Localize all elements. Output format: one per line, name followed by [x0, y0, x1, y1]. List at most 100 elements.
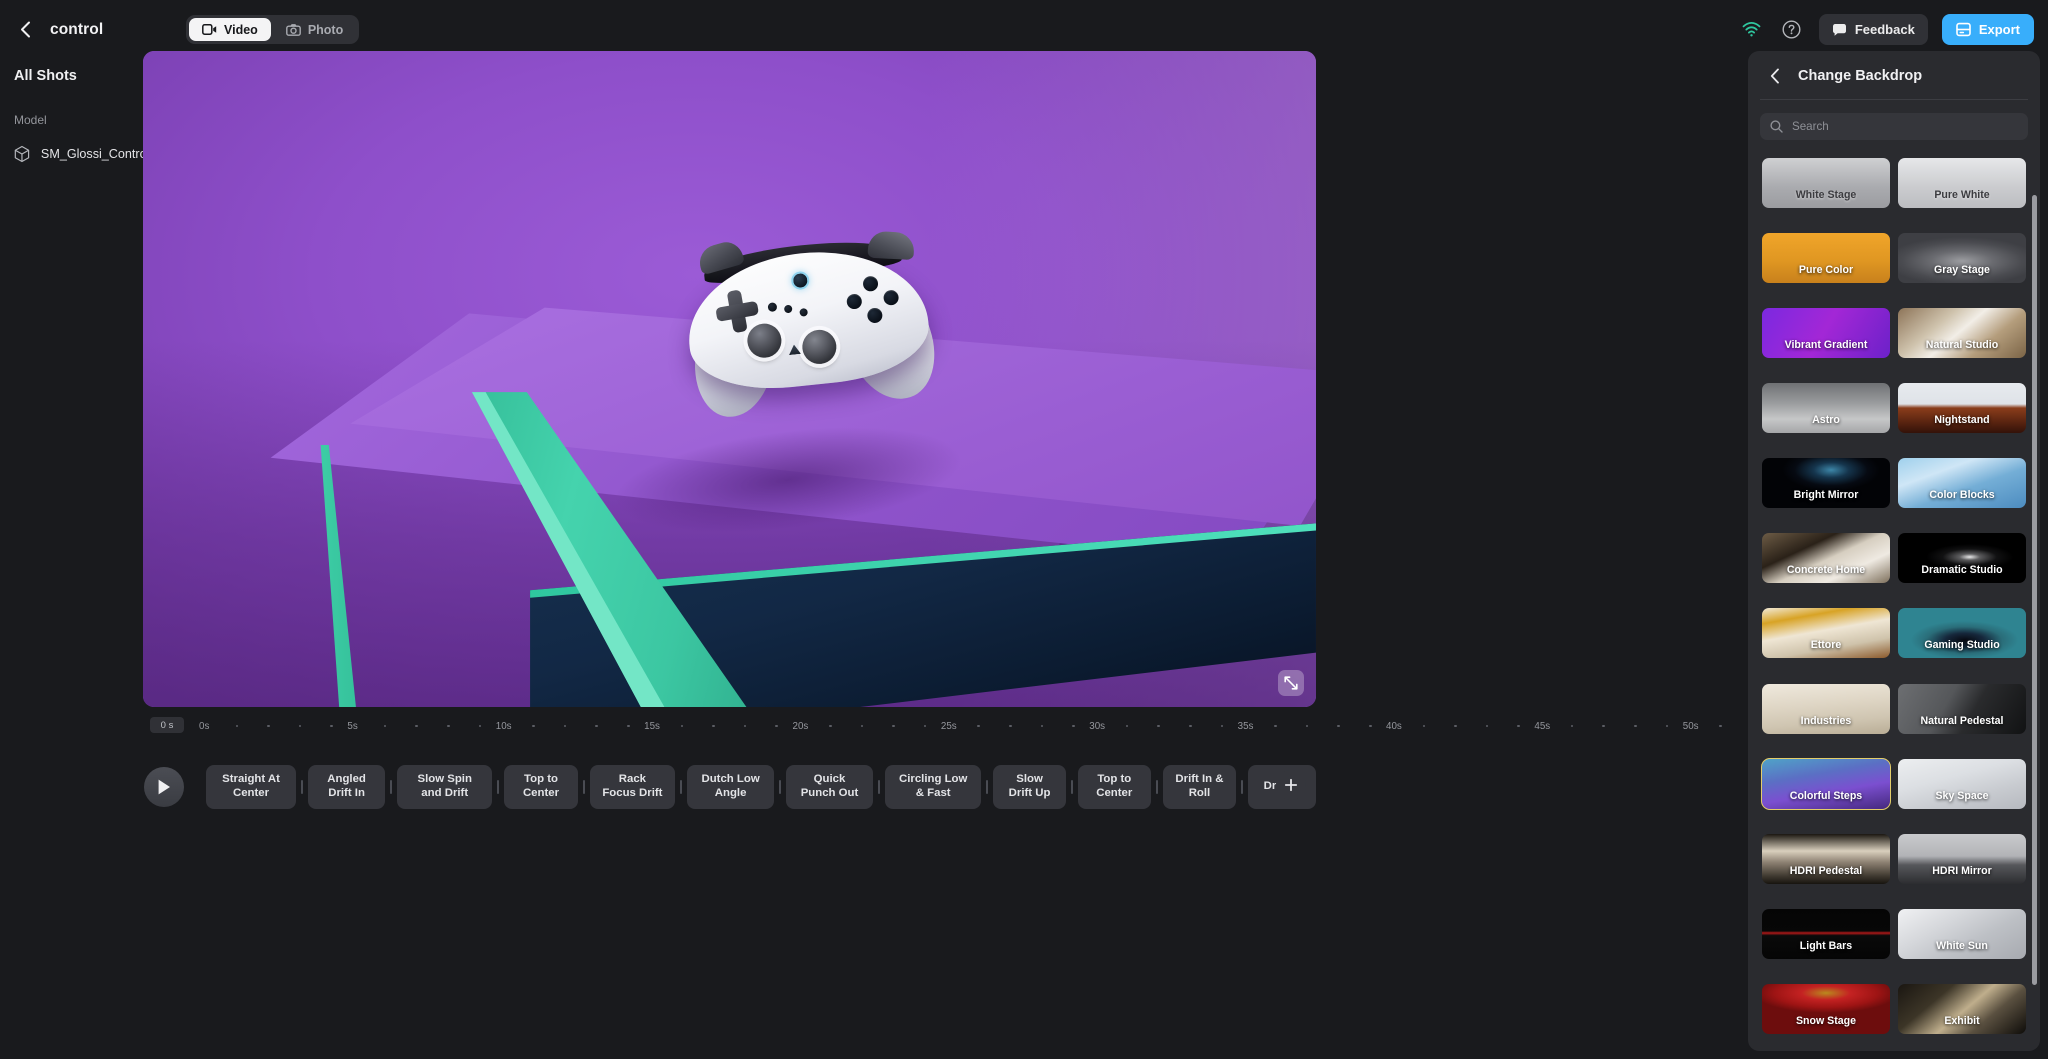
timeline-tick-dot: [1454, 724, 1457, 728]
shot-item[interactable]: Slow Spin and Drift: [397, 765, 493, 809]
backdrop-card[interactable]: Pure Color: [1762, 233, 1890, 284]
shot-divider: [986, 780, 989, 794]
backdrop-card[interactable]: HDRI Mirror: [1898, 833, 2026, 884]
wifi-status-button[interactable]: [1739, 17, 1765, 43]
shot-divider: [497, 780, 500, 794]
export-label: Export: [1978, 22, 2020, 37]
help-button[interactable]: [1779, 17, 1805, 43]
timeline-tick-dot: [923, 724, 927, 728]
shot-list: Straight At Center Angled Drift In Slow Sp…: [206, 765, 1316, 809]
timeline-ruler[interactable]: 0 s 0s5s10s15s20s25s30s35s40s45s50s55s59…: [143, 712, 1964, 752]
timeline-tick-dot: [1719, 724, 1722, 728]
timeline-tick-label: 40s: [1386, 720, 1402, 732]
backdrop-panel: Change Backdrop Search White Stage Pure W…: [1748, 51, 2040, 1051]
backdrop-card[interactable]: Gaming Studio: [1898, 608, 2026, 659]
backdrop-card[interactable]: White Sun: [1898, 908, 2026, 959]
backdrop-label: Snow Stage: [1795, 1014, 1857, 1027]
timeline-tick-label: 5s: [347, 720, 358, 732]
timeline-tick-group: 0s: [199, 721, 347, 732]
tab-video[interactable]: Video: [189, 18, 271, 41]
shot-item[interactable]: Top to Center: [1077, 765, 1151, 809]
panel-back-button[interactable]: [1764, 65, 1786, 87]
backdrop-grid: White Stage Pure White Pure Color Gray Stag…: [1748, 149, 2040, 1051]
shot-divider: [1155, 780, 1158, 794]
timeline-tick-dot: [1274, 724, 1277, 728]
timeline-tick-dot: [298, 724, 302, 728]
backdrop-card[interactable]: HDRI Pedestal: [1762, 833, 1890, 884]
timeline-tick-dot: [595, 724, 599, 728]
backdrop-card[interactable]: Concrete Home: [1762, 533, 1890, 584]
backdrop-card[interactable]: Natural Pedestal: [1898, 683, 2026, 734]
back-button[interactable]: [14, 19, 36, 41]
timeline-tick-dot: [1125, 724, 1129, 728]
shot-item[interactable]: Dutch Low Angle: [687, 765, 775, 809]
timeline-tick-dot: [447, 724, 450, 728]
shot-divider: [877, 780, 880, 794]
expand-viewport-button[interactable]: [1278, 670, 1304, 696]
cube-icon: [14, 145, 30, 163]
shot-item[interactable]: Straight At Center: [206, 765, 297, 809]
backdrop-card[interactable]: Bright Mirror: [1762, 458, 1890, 509]
backdrop-label: Colorful Steps: [1789, 789, 1863, 802]
panel-scrollbar[interactable]: [2032, 195, 2037, 985]
panel-title: Change Backdrop: [1798, 68, 1923, 84]
play-icon: [158, 779, 170, 795]
timeline-tick-dot: [892, 724, 895, 728]
timeline-ticks[interactable]: 0s5s10s15s20s25s30s35s40s45s50s55s59s: [199, 715, 1964, 737]
shot-item[interactable]: Top to Center: [504, 765, 578, 809]
timeline-tick-group: 35s: [1238, 721, 1386, 732]
timeline-tick-dot: [712, 724, 715, 728]
backdrop-card[interactable]: Light Bars: [1762, 908, 1890, 959]
backdrop-card[interactable]: Gray Stage: [1898, 233, 2026, 284]
timeline-tick-group: 20s: [793, 721, 941, 732]
backdrop-card[interactable]: Nightstand: [1898, 383, 2026, 434]
backdrop-card[interactable]: Dramatic Studio: [1898, 533, 2026, 584]
shot-item[interactable]: Circling Low & Fast: [884, 765, 982, 809]
wifi-icon: [1742, 22, 1761, 37]
backdrop-label: Natural Pedestal: [1920, 714, 2004, 727]
timeline-tick-dot: [1337, 724, 1340, 728]
search-input[interactable]: Search: [1760, 113, 2028, 140]
backdrop-card[interactable]: Color Blocks: [1898, 458, 2026, 509]
timeline-tick-group: 25s: [941, 721, 1089, 732]
shot-item[interactable]: Rack Focus Drift: [589, 765, 676, 809]
backdrop-card[interactable]: Vibrant Gradient: [1762, 308, 1890, 359]
camera-icon: [285, 23, 301, 36]
backdrop-label: Sky Space: [1935, 789, 1989, 802]
backdrop-card[interactable]: Natural Studio: [1898, 308, 2026, 359]
backdrop-card[interactable]: Colorful Steps: [1761, 757, 1891, 810]
shot-item[interactable]: Drift In & Roll: [1162, 765, 1236, 809]
timeline-tick-dot: [743, 724, 747, 728]
backdrop-card[interactable]: Snow Stage: [1762, 983, 1890, 1034]
backdrop-label: Industries: [1800, 714, 1852, 727]
app-root: control Video Photo Feedback Export All …: [0, 0, 2048, 1059]
backdrop-card[interactable]: Exhibit: [1898, 983, 2026, 1034]
export-button[interactable]: Export: [1941, 14, 2034, 45]
backdrop-card[interactable]: Pure White: [1898, 158, 2026, 208]
add-shot-button[interactable]: [1276, 770, 1306, 800]
timeline-tick-group: 45s: [1534, 721, 1682, 732]
feedback-button[interactable]: Feedback: [1818, 14, 1928, 45]
backdrop-card[interactable]: Ettore: [1762, 608, 1890, 659]
render-viewport[interactable]: [143, 51, 1316, 707]
backdrop-card[interactable]: Astro: [1762, 383, 1890, 434]
shot-item[interactable]: Slow Drift Up: [993, 765, 1066, 809]
shot-item[interactable]: Quick Punch Out: [786, 765, 873, 809]
timeline-tick-dot: [1305, 724, 1309, 728]
timeline-tick-dot: [1008, 724, 1012, 728]
timeline-tick-dot: [1570, 724, 1574, 728]
feedback-label: Feedback: [1854, 22, 1915, 37]
tab-photo[interactable]: Photo: [273, 18, 356, 41]
play-button[interactable]: [144, 767, 184, 807]
backdrop-card[interactable]: Sky Space: [1898, 758, 2026, 809]
timeline-tick-dot: [680, 724, 684, 728]
backdrop-card[interactable]: White Stage: [1762, 158, 1890, 208]
timeline-tick-dot: [1485, 724, 1489, 728]
project-title: control: [50, 20, 104, 38]
timeline-tick-label: 20s: [792, 720, 809, 732]
timeline-tick-dot: [860, 724, 864, 728]
backdrop-card[interactable]: Industries: [1762, 683, 1890, 734]
backdrop-label: Color Blocks: [1929, 489, 1995, 502]
backdrop-label: Astro: [1812, 414, 1840, 427]
shot-item[interactable]: Angled Drift In: [308, 765, 386, 809]
